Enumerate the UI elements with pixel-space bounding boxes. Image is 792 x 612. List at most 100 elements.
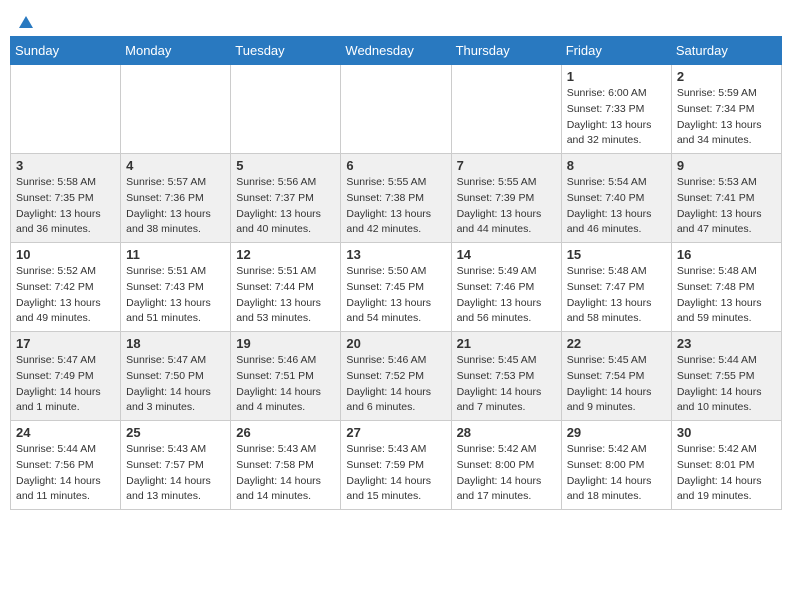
day-info: Sunrise: 5:58 AM Sunset: 7:35 PM Dayligh… (16, 175, 115, 238)
day-cell: 24 Sunrise: 5:44 AM Sunset: 7:56 PM Dayli… (11, 421, 121, 510)
day-number: 18 (126, 336, 225, 351)
weekday-header-thursday: Thursday (451, 37, 561, 65)
day-number: 12 (236, 247, 335, 262)
weekday-header-row: SundayMondayTuesdayWednesdayThursdayFrid… (11, 37, 782, 65)
day-cell: 28 Sunrise: 5:42 AM Sunset: 8:00 PM Dayli… (451, 421, 561, 510)
day-number: 16 (677, 247, 776, 262)
day-info: Sunrise: 5:51 AM Sunset: 7:43 PM Dayligh… (126, 264, 225, 327)
day-cell: 5 Sunrise: 5:56 AM Sunset: 7:37 PM Daylig… (231, 154, 341, 243)
day-cell: 25 Sunrise: 5:43 AM Sunset: 7:57 PM Dayli… (121, 421, 231, 510)
day-cell: 23Sunrise: 5:44 AM Sunset: 7:55 PM Dayli… (671, 332, 781, 421)
day-number: 7 (457, 158, 556, 173)
day-number: 3 (16, 158, 115, 173)
day-cell: 10 Sunrise: 5:52 AM Sunset: 7:42 PM Dayli… (11, 243, 121, 332)
week-row-4: 17 Sunrise: 5:47 AM Sunset: 7:49 PM Dayli… (11, 332, 782, 421)
week-row-1: 1 Sunrise: 6:00 AM Sunset: 7:33 PM Daylig… (11, 65, 782, 154)
week-row-3: 10 Sunrise: 5:52 AM Sunset: 7:42 PM Dayli… (11, 243, 782, 332)
day-cell (11, 65, 121, 154)
day-info: Sunrise: 5:44 AM Sunset: 7:56 PM Dayligh… (16, 442, 115, 505)
day-info: Sunrise: 5:56 AM Sunset: 7:37 PM Dayligh… (236, 175, 335, 238)
day-info: Sunrise: 5:45 AM Sunset: 7:54 PM Dayligh… (567, 353, 666, 416)
logo-icon (17, 14, 35, 32)
day-number: 2 (677, 69, 776, 84)
day-number: 13 (346, 247, 445, 262)
day-cell: 13 Sunrise: 5:50 AM Sunset: 7:45 PM Dayli… (341, 243, 451, 332)
day-cell: 30Sunrise: 5:42 AM Sunset: 8:01 PM Dayli… (671, 421, 781, 510)
day-number: 20 (346, 336, 445, 351)
day-cell: 22 Sunrise: 5:45 AM Sunset: 7:54 PM Dayli… (561, 332, 671, 421)
day-info: Sunrise: 5:51 AM Sunset: 7:44 PM Dayligh… (236, 264, 335, 327)
page-header (10, 10, 782, 32)
day-number: 4 (126, 158, 225, 173)
day-info: Sunrise: 5:52 AM Sunset: 7:42 PM Dayligh… (16, 264, 115, 327)
day-cell (121, 65, 231, 154)
weekday-header-tuesday: Tuesday (231, 37, 341, 65)
week-row-2: 3 Sunrise: 5:58 AM Sunset: 7:35 PM Daylig… (11, 154, 782, 243)
day-info: Sunrise: 5:49 AM Sunset: 7:46 PM Dayligh… (457, 264, 556, 327)
day-info: Sunrise: 6:00 AM Sunset: 7:33 PM Dayligh… (567, 86, 666, 149)
day-cell: 7 Sunrise: 5:55 AM Sunset: 7:39 PM Daylig… (451, 154, 561, 243)
day-info: Sunrise: 5:43 AM Sunset: 7:57 PM Dayligh… (126, 442, 225, 505)
day-number: 8 (567, 158, 666, 173)
weekday-header-friday: Friday (561, 37, 671, 65)
day-info: Sunrise: 5:55 AM Sunset: 7:38 PM Dayligh… (346, 175, 445, 238)
day-info: Sunrise: 5:42 AM Sunset: 8:00 PM Dayligh… (457, 442, 556, 505)
day-number: 27 (346, 425, 445, 440)
day-number: 24 (16, 425, 115, 440)
day-cell: 15 Sunrise: 5:48 AM Sunset: 7:47 PM Dayli… (561, 243, 671, 332)
day-number: 15 (567, 247, 666, 262)
day-number: 17 (16, 336, 115, 351)
day-info: Sunrise: 5:43 AM Sunset: 7:59 PM Dayligh… (346, 442, 445, 505)
weekday-header-saturday: Saturday (671, 37, 781, 65)
day-number: 23 (677, 336, 776, 351)
calendar-table: SundayMondayTuesdayWednesdayThursdayFrid… (10, 36, 782, 510)
day-number: 1 (567, 69, 666, 84)
day-cell: 12 Sunrise: 5:51 AM Sunset: 7:44 PM Dayli… (231, 243, 341, 332)
day-cell: 14Sunrise: 5:49 AM Sunset: 7:46 PM Dayli… (451, 243, 561, 332)
day-cell (231, 65, 341, 154)
day-number: 29 (567, 425, 666, 440)
day-cell: 9 Sunrise: 5:53 AM Sunset: 7:41 PM Daylig… (671, 154, 781, 243)
day-cell: 29 Sunrise: 5:42 AM Sunset: 8:00 PM Dayli… (561, 421, 671, 510)
day-cell: 2 Sunrise: 5:59 AM Sunset: 7:34 PM Daylig… (671, 65, 781, 154)
day-info: Sunrise: 5:50 AM Sunset: 7:45 PM Dayligh… (346, 264, 445, 327)
day-number: 5 (236, 158, 335, 173)
day-cell: 6Sunrise: 5:55 AM Sunset: 7:38 PM Daylig… (341, 154, 451, 243)
day-cell: 26 Sunrise: 5:43 AM Sunset: 7:58 PM Dayli… (231, 421, 341, 510)
day-info: Sunrise: 5:55 AM Sunset: 7:39 PM Dayligh… (457, 175, 556, 238)
day-cell: 16 Sunrise: 5:48 AM Sunset: 7:48 PM Dayli… (671, 243, 781, 332)
day-info: Sunrise: 5:42 AM Sunset: 8:00 PM Dayligh… (567, 442, 666, 505)
day-cell: 4 Sunrise: 5:57 AM Sunset: 7:36 PM Daylig… (121, 154, 231, 243)
day-cell: 17 Sunrise: 5:47 AM Sunset: 7:49 PM Dayli… (11, 332, 121, 421)
day-cell: 27 Sunrise: 5:43 AM Sunset: 7:59 PM Dayli… (341, 421, 451, 510)
day-number: 21 (457, 336, 556, 351)
day-cell: 1 Sunrise: 6:00 AM Sunset: 7:33 PM Daylig… (561, 65, 671, 154)
day-cell (341, 65, 451, 154)
logo (16, 14, 36, 28)
day-info: Sunrise: 5:53 AM Sunset: 7:41 PM Dayligh… (677, 175, 776, 238)
day-cell (451, 65, 561, 154)
weekday-header-monday: Monday (121, 37, 231, 65)
day-number: 30 (677, 425, 776, 440)
day-info: Sunrise: 5:43 AM Sunset: 7:58 PM Dayligh… (236, 442, 335, 505)
day-number: 9 (677, 158, 776, 173)
day-info: Sunrise: 5:47 AM Sunset: 7:49 PM Dayligh… (16, 353, 115, 416)
day-number: 10 (16, 247, 115, 262)
day-info: Sunrise: 5:59 AM Sunset: 7:34 PM Dayligh… (677, 86, 776, 149)
day-info: Sunrise: 5:47 AM Sunset: 7:50 PM Dayligh… (126, 353, 225, 416)
day-info: Sunrise: 5:57 AM Sunset: 7:36 PM Dayligh… (126, 175, 225, 238)
day-cell: 18 Sunrise: 5:47 AM Sunset: 7:50 PM Dayli… (121, 332, 231, 421)
day-cell: 21Sunrise: 5:45 AM Sunset: 7:53 PM Dayli… (451, 332, 561, 421)
day-info: Sunrise: 5:48 AM Sunset: 7:48 PM Dayligh… (677, 264, 776, 327)
day-number: 22 (567, 336, 666, 351)
day-cell: 20Sunrise: 5:46 AM Sunset: 7:52 PM Dayli… (341, 332, 451, 421)
day-number: 26 (236, 425, 335, 440)
weekday-header-wednesday: Wednesday (341, 37, 451, 65)
day-info: Sunrise: 5:48 AM Sunset: 7:47 PM Dayligh… (567, 264, 666, 327)
day-info: Sunrise: 5:54 AM Sunset: 7:40 PM Dayligh… (567, 175, 666, 238)
day-number: 28 (457, 425, 556, 440)
day-cell: 3 Sunrise: 5:58 AM Sunset: 7:35 PM Daylig… (11, 154, 121, 243)
day-cell: 11Sunrise: 5:51 AM Sunset: 7:43 PM Dayli… (121, 243, 231, 332)
day-number: 25 (126, 425, 225, 440)
day-cell: 8 Sunrise: 5:54 AM Sunset: 7:40 PM Daylig… (561, 154, 671, 243)
